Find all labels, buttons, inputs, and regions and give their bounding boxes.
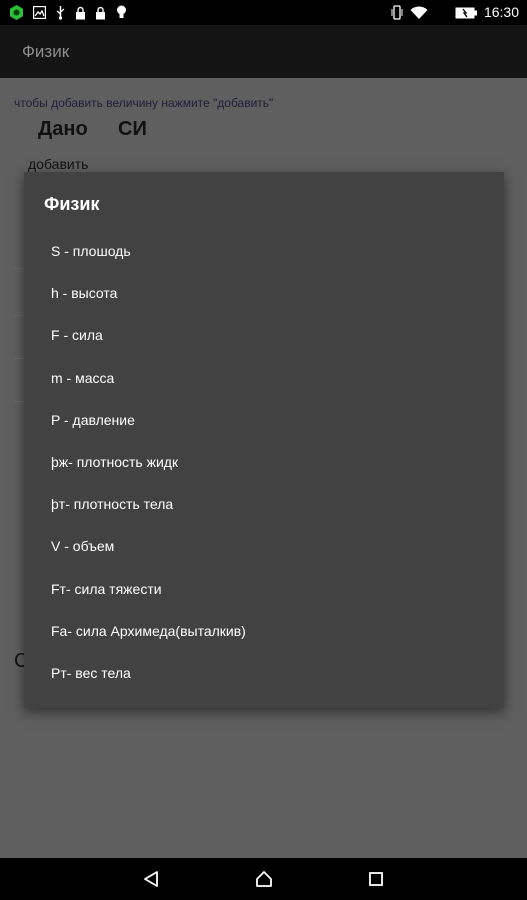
list-item-body-weight[interactable]: Pт- вес тела	[24, 652, 504, 694]
dano-label: Дано	[38, 118, 88, 140]
app-title: Физик	[22, 42, 70, 61]
bulb-icon	[115, 5, 127, 20]
list-item-volume[interactable]: V - объем	[24, 525, 504, 567]
navigation-bar	[0, 858, 527, 900]
list-item-mass[interactable]: m - масса	[24, 357, 504, 399]
list-item-liquid-density[interactable]: þж- плотность жидк	[24, 441, 504, 483]
back-icon	[144, 871, 158, 887]
action-bar: Физик	[0, 25, 527, 78]
usb-icon	[54, 5, 66, 20]
battery-icon	[455, 5, 477, 20]
recents-icon	[369, 872, 383, 886]
status-bar: 16:30	[0, 0, 527, 25]
vibrate-icon	[391, 5, 403, 20]
add-button[interactable]: добавить	[28, 156, 88, 172]
si-label: СИ	[118, 118, 147, 140]
lock-icon	[74, 5, 86, 20]
recents-button[interactable]	[364, 868, 388, 890]
quantity-list: S - плошодь h - высота F - сила m - масс…	[24, 230, 504, 694]
back-button[interactable]	[139, 868, 163, 890]
list-item-body-density[interactable]: þт- плотность тела	[24, 483, 504, 525]
home-button[interactable]	[252, 868, 276, 890]
home-icon	[256, 871, 272, 887]
app-icon	[8, 5, 24, 20]
hint-text: чтобы добавить величину нажмите "добавит…	[14, 96, 274, 110]
image-icon	[32, 5, 46, 20]
quantity-picker-dialog: Физик S - плошодь h - высота F - сила m …	[24, 172, 504, 708]
list-item-force[interactable]: F - сила	[24, 314, 504, 356]
list-item-pressure[interactable]: P - давление	[24, 399, 504, 441]
clock: 16:30	[483, 4, 519, 20]
wifi-icon	[410, 5, 428, 20]
lock-icon	[94, 5, 106, 20]
list-item-archimedes-force[interactable]: Fa- сила Архимеда(выталкив)	[24, 610, 504, 652]
list-item-gravity-force[interactable]: Fт- сила тяжести	[24, 568, 504, 610]
dialog-title: Физик	[44, 194, 100, 214]
list-item-area[interactable]: S - плошодь	[24, 230, 504, 272]
list-item-height[interactable]: h - высота	[24, 272, 504, 314]
